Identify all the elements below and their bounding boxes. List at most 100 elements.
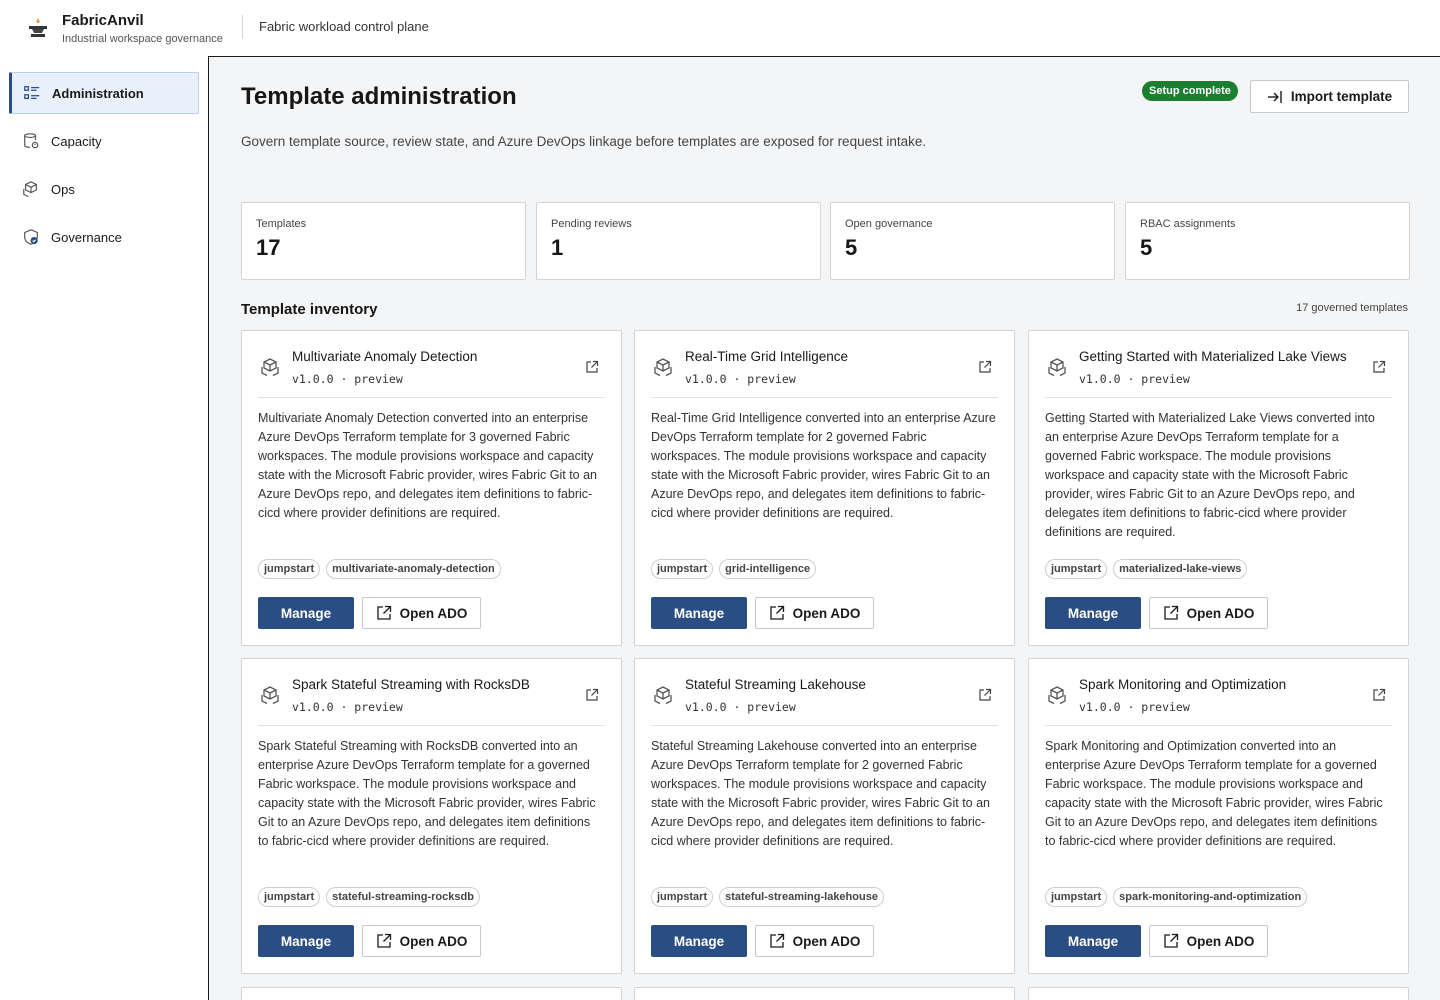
sidebar-item-ops[interactable]: Ops: [9, 168, 199, 210]
card-description: Multivariate Anomaly Detection converted…: [258, 411, 598, 520]
card-version: v1.0.0 · preview: [685, 700, 796, 714]
inventory-count: 17 governed templates: [1296, 302, 1408, 314]
external-link-icon[interactable]: [585, 688, 599, 702]
external-link-icon[interactable]: [978, 360, 992, 374]
tag-badge: materialized-lake-views: [1113, 559, 1248, 579]
stat-pending-reviews: Pending reviews 1: [536, 202, 821, 280]
stat-value: 5: [1140, 235, 1153, 260]
manage-button[interactable]: Manage: [651, 925, 747, 957]
card-title[interactable]: Getting Started with Materialized Lake V…: [1079, 349, 1347, 364]
template-card: [634, 987, 1015, 1000]
card-description: Real-Time Grid Intelligence converted in…: [651, 411, 996, 520]
database-icon: [21, 131, 41, 151]
manage-button[interactable]: Manage: [651, 597, 747, 629]
card-tags: jumpstart multivariate-anomaly-detection: [258, 559, 501, 579]
open-ado-button[interactable]: Open ADO: [755, 925, 874, 957]
external-link-icon: [1163, 933, 1179, 949]
template-card: Stateful Streaming Lakehouse v1.0.0 · pr…: [634, 658, 1015, 974]
card-tags: jumpstart materialized-lake-views: [1045, 559, 1248, 579]
card-version: v1.0.0 · preview: [1079, 700, 1190, 714]
open-ado-label: Open ADO: [1186, 933, 1255, 949]
shield-check-icon: [21, 227, 41, 247]
external-link-icon: [376, 933, 392, 949]
card-description: Spark Monitoring and Optimization conver…: [1045, 739, 1383, 848]
template-card: Spark Monitoring and Optimization v1.0.0…: [1028, 658, 1409, 974]
manage-button[interactable]: Manage: [1045, 597, 1141, 629]
card-tags: jumpstart spark-monitoring-and-optimizati…: [1045, 887, 1308, 907]
card-version: v1.0.0 · preview: [292, 372, 403, 386]
import-template-label: Import template: [1290, 89, 1393, 104]
package-icon: [1046, 685, 1068, 707]
card-divider: [1045, 725, 1392, 726]
brand[interactable]: FabricAnvil Industrial workspace governa…: [62, 12, 223, 46]
tag-badge: jumpstart: [651, 887, 714, 907]
cubes-icon: [21, 179, 41, 199]
template-card: [241, 987, 622, 1000]
main-content: Template administration Govern template …: [208, 56, 1440, 1000]
card-title[interactable]: Stateful Streaming Lakehouse: [685, 677, 866, 692]
stat-rbac-assignments: RBAC assignments 5: [1125, 202, 1410, 280]
stat-label: Templates: [256, 218, 307, 230]
stat-open-governance: Open governance 5: [830, 202, 1115, 280]
sidebar-item-label: Administration: [52, 85, 144, 101]
package-icon: [259, 357, 281, 379]
page-description: Govern template source, review state, an…: [241, 134, 927, 149]
open-ado-button[interactable]: Open ADO: [1149, 597, 1268, 629]
external-link-icon[interactable]: [978, 688, 992, 702]
card-description: Stateful Streaming Lakehouse converted i…: [651, 739, 991, 848]
tag-badge: jumpstart: [1045, 559, 1108, 579]
tag-badge: jumpstart: [651, 559, 714, 579]
open-ado-label: Open ADO: [792, 605, 861, 621]
card-title[interactable]: Spark Monitoring and Optimization: [1079, 677, 1286, 692]
package-icon: [1046, 357, 1068, 379]
external-link-icon[interactable]: [585, 360, 599, 374]
card-tags: jumpstart stateful-streaming-rocksdb: [258, 887, 480, 907]
card-divider: [651, 397, 998, 398]
top-header: FabricAnvil Industrial workspace governa…: [0, 0, 1440, 56]
sidebar-item-label: Capacity: [51, 133, 102, 149]
manage-button[interactable]: Manage: [258, 925, 354, 957]
open-ado-button[interactable]: Open ADO: [362, 597, 481, 629]
sidebar-item-governance[interactable]: Governance: [9, 216, 199, 258]
external-link-icon[interactable]: [1372, 360, 1386, 374]
manage-button[interactable]: Manage: [1045, 925, 1141, 957]
card-description: Spark Stateful Streaming with RocksDB co…: [258, 739, 596, 848]
app-subtitle: Industrial workspace governance: [62, 33, 223, 45]
open-ado-label: Open ADO: [399, 605, 468, 621]
import-icon: [1267, 89, 1283, 105]
external-link-icon: [1163, 605, 1179, 621]
card-title[interactable]: Multivariate Anomaly Detection: [292, 349, 477, 364]
card-divider: [651, 725, 998, 726]
sidebar-item-administration[interactable]: Administration: [9, 72, 199, 114]
card-title[interactable]: Real-Time Grid Intelligence: [685, 349, 848, 364]
open-ado-label: Open ADO: [1186, 605, 1255, 621]
external-link-icon: [769, 605, 785, 621]
external-link-icon[interactable]: [1372, 688, 1386, 702]
template-card: Spark Stateful Streaming with RocksDB v1…: [241, 658, 622, 974]
manage-button[interactable]: Manage: [258, 597, 354, 629]
sidebar-item-capacity[interactable]: Capacity: [9, 120, 199, 162]
tag-badge: jumpstart: [258, 887, 321, 907]
page-title: Template administration: [241, 83, 517, 110]
stat-templates: Templates 17: [241, 202, 526, 280]
import-template-button[interactable]: Import template: [1250, 80, 1409, 113]
inventory-title: Template inventory: [241, 301, 378, 318]
card-description: Getting Started with Materialized Lake V…: [1045, 411, 1375, 539]
card-title[interactable]: Spark Stateful Streaming with RocksDB: [292, 677, 530, 692]
template-card: Multivariate Anomaly Detection v1.0.0 · …: [241, 330, 622, 646]
open-ado-button[interactable]: Open ADO: [755, 597, 874, 629]
anvil-logo-icon: [26, 16, 50, 40]
tag-badge: stateful-streaming-rocksdb: [326, 887, 480, 907]
card-version: v1.0.0 · preview: [292, 700, 403, 714]
open-ado-button[interactable]: Open ADO: [362, 925, 481, 957]
stat-label: Pending reviews: [551, 218, 632, 230]
template-card: Getting Started with Materialized Lake V…: [1028, 330, 1409, 646]
package-icon: [652, 685, 674, 707]
app-name: FabricAnvil: [62, 12, 144, 29]
open-ado-button[interactable]: Open ADO: [1149, 925, 1268, 957]
card-tags: jumpstart grid-intelligence: [651, 559, 817, 579]
open-ado-label: Open ADO: [792, 933, 861, 949]
sidebar: Administration Capacity Ops Governance: [0, 56, 208, 1000]
card-version: v1.0.0 · preview: [1079, 372, 1190, 386]
stat-label: Open governance: [845, 218, 933, 230]
